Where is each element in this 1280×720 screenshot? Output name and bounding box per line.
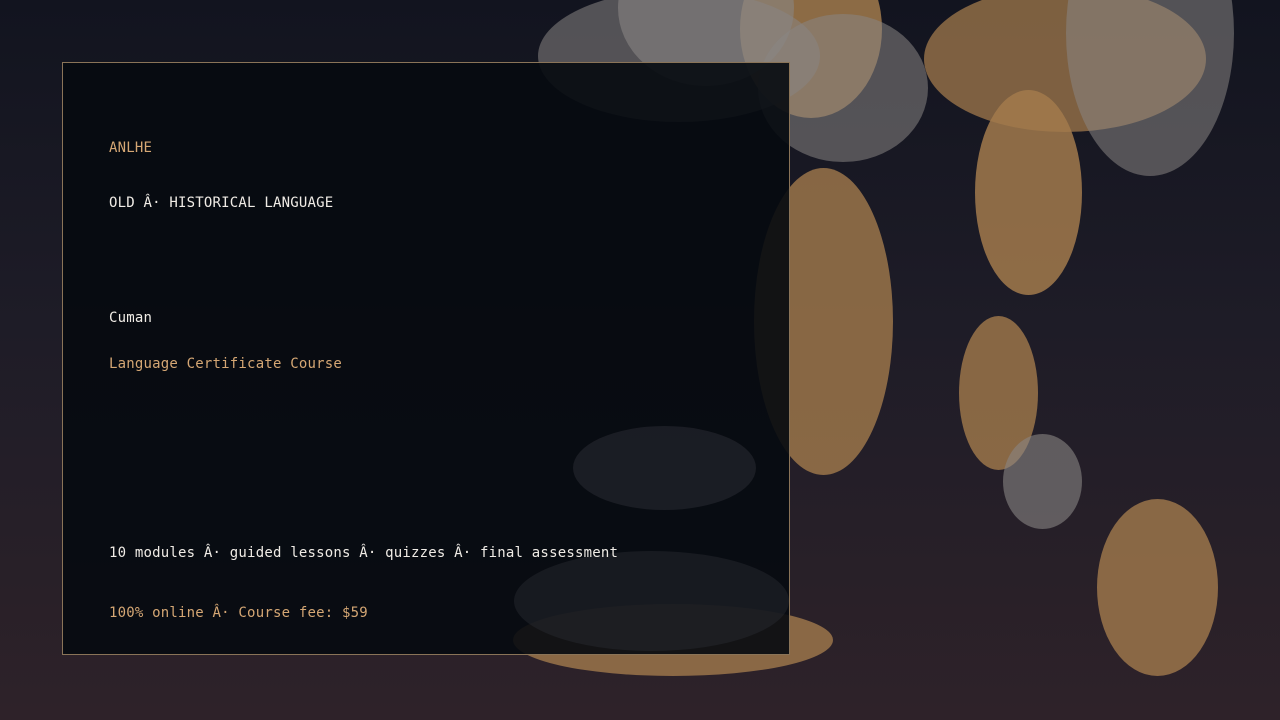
course-card: ANLHE OLD Â· HISTORICAL LANGUAGE Cuman L… bbox=[62, 62, 790, 655]
bokeh-circle bbox=[1097, 499, 1218, 676]
course-pricing: 100% online Â· Course fee: $59 bbox=[109, 605, 368, 621]
course-category: OLD Â· HISTORICAL LANGUAGE bbox=[109, 195, 334, 211]
bokeh-circle bbox=[1003, 434, 1082, 529]
bokeh-circle bbox=[1066, 0, 1234, 176]
bokeh-circle bbox=[975, 90, 1082, 295]
bokeh-circle bbox=[573, 426, 756, 510]
brand-name: ANLHE bbox=[109, 140, 153, 156]
course-title: Cuman bbox=[109, 310, 153, 326]
bokeh-circle bbox=[514, 551, 789, 651]
course-subtitle: Language Certificate Course bbox=[109, 356, 342, 372]
course-features: 10 modules Â· guided lessons Â· quizzes … bbox=[109, 545, 619, 561]
